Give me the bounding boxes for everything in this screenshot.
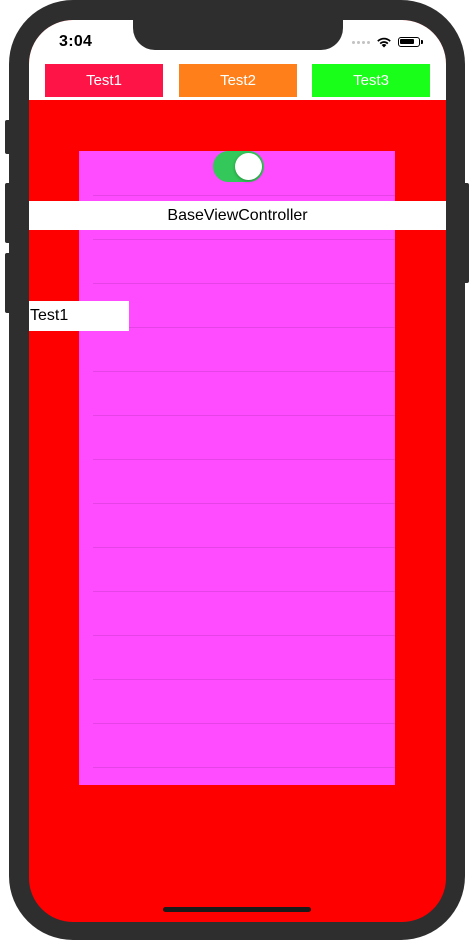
- table-row-separator: [93, 635, 395, 636]
- tab-bar: Test1 Test2 Test3: [29, 64, 446, 98]
- side-label-text: Test1: [30, 307, 69, 324]
- side-label: Test1: [29, 301, 129, 331]
- table-row-separator: [93, 283, 395, 284]
- tab-test3[interactable]: Test3: [312, 64, 430, 97]
- table-row-separator: [93, 239, 395, 240]
- table-row-separator: [93, 195, 395, 196]
- table-row-separator: [93, 415, 395, 416]
- table-row-separator: [93, 371, 395, 372]
- tab-test2[interactable]: Test2: [179, 64, 297, 97]
- page: 3:04 Test1 Test2 Test3 BaseViewControlle…: [0, 0, 474, 940]
- toggle-knob: [235, 153, 262, 180]
- table-view[interactable]: [79, 151, 395, 785]
- toggle-switch[interactable]: [213, 151, 264, 182]
- home-indicator[interactable]: [163, 907, 311, 912]
- wifi-icon: [377, 37, 391, 48]
- table-row-separator: [93, 591, 395, 592]
- table-row-separator: [93, 547, 395, 548]
- cellular-dots-icon: [352, 40, 370, 44]
- table-row-separator: [93, 767, 395, 768]
- table-row-separator: [93, 327, 395, 328]
- table-row-separator: [93, 503, 395, 504]
- tab-test1[interactable]: Test1: [45, 64, 163, 97]
- table-row-separator: [93, 459, 395, 460]
- status-icons: [352, 36, 423, 48]
- tab-test2-label: Test2: [220, 72, 256, 89]
- battery-fill: [400, 39, 414, 44]
- tab-test3-label: Test3: [353, 72, 389, 89]
- table-row-separator: [93, 723, 395, 724]
- title-bar: BaseViewController: [29, 201, 446, 230]
- battery-icon: [398, 37, 423, 47]
- table-row-separator: [93, 679, 395, 680]
- screen: 3:04 Test1 Test2 Test3 BaseViewControlle…: [29, 20, 446, 922]
- page-title: BaseViewController: [167, 206, 308, 224]
- status-time: 3:04: [59, 33, 93, 50]
- notch: [133, 20, 343, 50]
- tab-test1-label: Test1: [86, 72, 122, 89]
